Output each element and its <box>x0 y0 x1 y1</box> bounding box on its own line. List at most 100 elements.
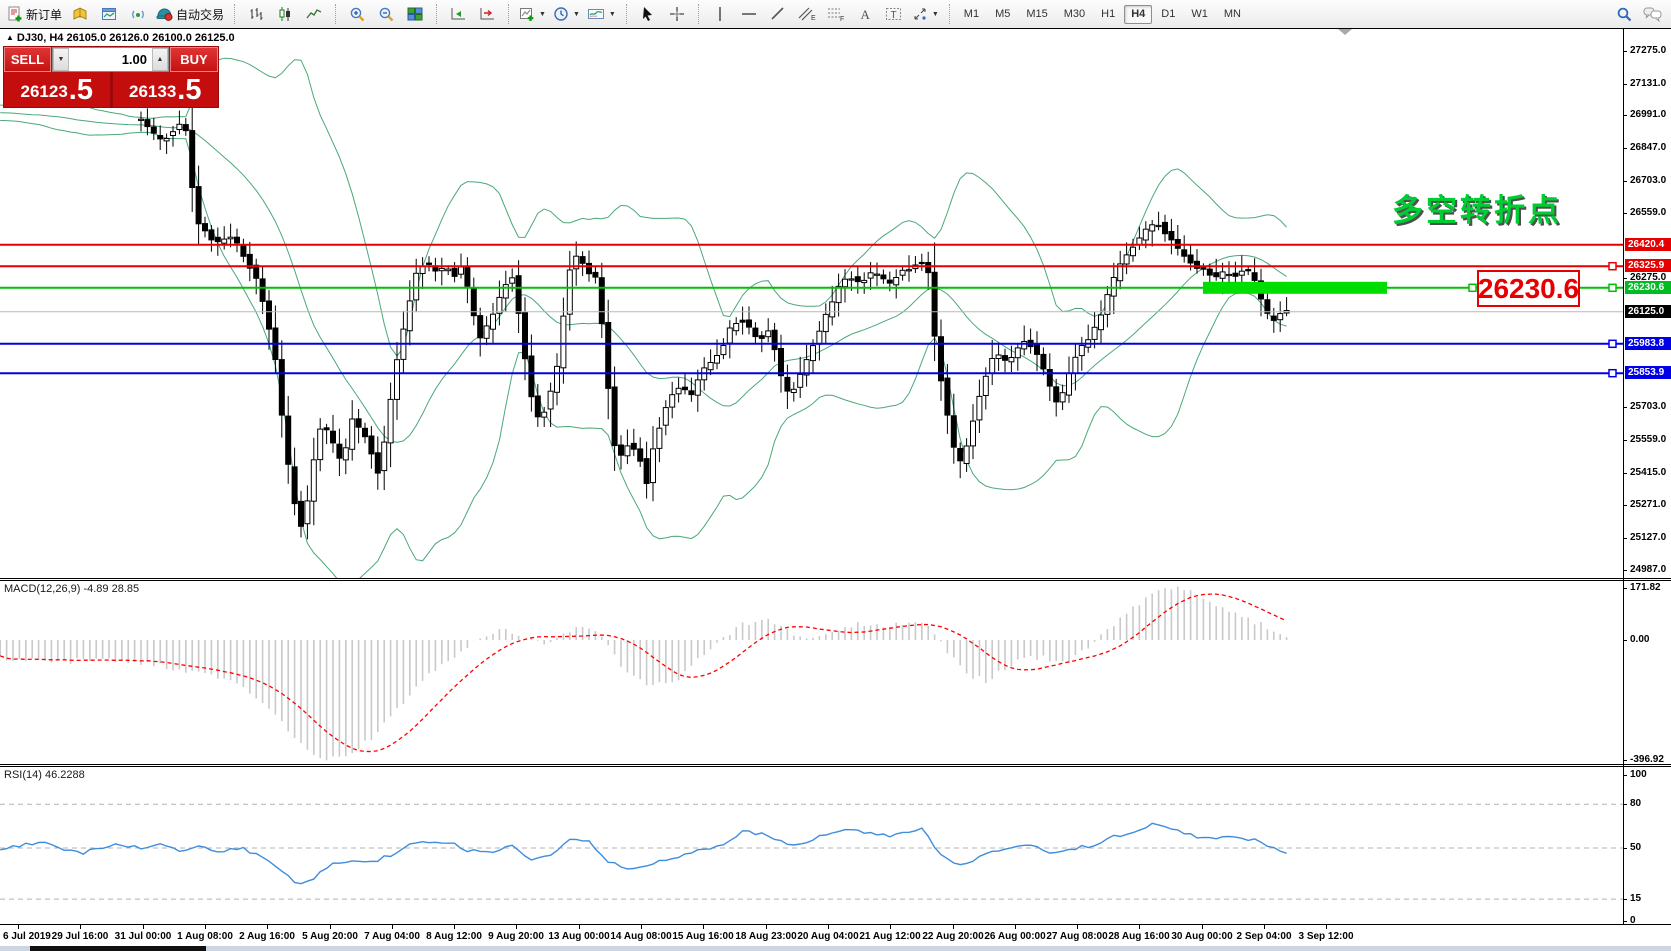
bar-chart-button[interactable] <box>242 2 270 26</box>
vertical-line-button[interactable] <box>706 2 734 26</box>
toolbar-separator <box>436 4 439 24</box>
new-order-button[interactable]: 新订单 <box>4 2 65 26</box>
axis-tick <box>1623 148 1627 149</box>
text-label-button[interactable]: T <box>880 2 908 26</box>
volume-down-button[interactable]: ▼ <box>53 48 69 71</box>
line-chart-icon <box>306 6 322 22</box>
macd-panel-canvas[interactable] <box>0 581 1623 764</box>
chart-shift-button[interactable] <box>473 2 501 26</box>
zoom-out-icon <box>378 6 395 23</box>
time-tick <box>143 925 144 929</box>
new-chart-button[interactable]: ▼ <box>516 2 549 26</box>
trendline-button[interactable] <box>764 2 792 26</box>
axis-tick <box>1623 115 1627 116</box>
zoom-out-button[interactable] <box>372 2 400 26</box>
template-icon <box>587 6 605 22</box>
turning-point-annotation[interactable]: 多空转折点 <box>1392 185 1562 230</box>
toolbar-separator <box>626 4 629 24</box>
chart-shift-marker[interactable] <box>1338 29 1352 35</box>
main-toolbar: 新订单 自动交易 <box>0 0 1671 28</box>
horizontal-line-button[interactable] <box>735 2 763 26</box>
new-chart-icon <box>519 6 535 22</box>
axis-tick <box>1623 848 1627 849</box>
level-marker[interactable] <box>1609 370 1616 377</box>
equidistant-channel-button[interactable]: E <box>793 2 821 26</box>
dropdown-arrow-icon: ▼ <box>573 11 580 18</box>
time-tick <box>703 925 704 929</box>
callout-anchor-marker[interactable] <box>1469 284 1476 291</box>
time-tick <box>18 925 19 929</box>
axis-tick <box>1623 775 1627 776</box>
arrows-button[interactable]: ▼ <box>909 2 942 26</box>
buy-button[interactable]: BUY <box>170 47 218 72</box>
timeframe-m30[interactable]: M30 <box>1057 5 1092 24</box>
level-marker[interactable] <box>1609 284 1616 291</box>
level-marker[interactable] <box>1609 340 1616 347</box>
highlight-bar[interactable] <box>1203 282 1387 294</box>
tile-windows-button[interactable] <box>401 2 429 26</box>
buy-price[interactable]: 26133 .5 <box>113 72 219 107</box>
axis-tick-label: 80 <box>1630 798 1641 809</box>
time-label: 1 Aug 08:00 <box>177 931 233 942</box>
chart-window-button[interactable] <box>95 2 123 26</box>
macd-rsi-separator[interactable] <box>0 764 1671 765</box>
time-label: 28 Aug 16:00 <box>1108 931 1169 942</box>
time-label: 29 Jul 16:00 <box>52 931 109 942</box>
timeframe-d1[interactable]: D1 <box>1154 5 1182 24</box>
axis-tick <box>1623 588 1627 589</box>
crosshair-icon <box>669 6 685 22</box>
volume-up-button[interactable]: ▲ <box>152 48 168 71</box>
axis-tick-label: 0.00 <box>1630 634 1649 645</box>
signal-button[interactable] <box>124 2 152 26</box>
axis-tick-label: 15 <box>1630 893 1641 904</box>
timeframe-m5[interactable]: M5 <box>988 5 1017 24</box>
main-macd-separator[interactable] <box>0 578 1671 579</box>
time-tick <box>1015 925 1016 929</box>
sell-price[interactable]: 26123 .5 <box>4 72 110 107</box>
cursor-button[interactable] <box>634 2 662 26</box>
chart-shift-icon <box>479 6 496 22</box>
axis-tick <box>1623 440 1627 441</box>
axis-tick-label: 27275.0 <box>1630 45 1666 56</box>
timeframe-m15[interactable]: M15 <box>1019 5 1054 24</box>
time-label: 3 Sep 12:00 <box>1298 931 1353 942</box>
auto-scroll-button[interactable] <box>444 2 472 26</box>
timeframe-mn[interactable]: MN <box>1217 5 1248 24</box>
fibonacci-button[interactable]: F <box>822 2 850 26</box>
auto-trading-button[interactable]: 自动交易 <box>153 2 227 26</box>
market-watch-button[interactable] <box>66 2 94 26</box>
time-tick <box>80 925 81 929</box>
chat-button[interactable] <box>1639 2 1667 26</box>
text-button[interactable]: A <box>851 2 879 26</box>
level-marker[interactable] <box>1609 263 1616 270</box>
rsi-label: RSI(14) 46.2288 <box>4 769 85 781</box>
time-label: 8 Aug 12:00 <box>426 931 482 942</box>
time-tick <box>1202 925 1203 929</box>
timeframe-w1[interactable]: W1 <box>1184 5 1215 24</box>
trendline-icon <box>770 6 786 22</box>
equidistant-channel-icon: E <box>798 6 816 22</box>
bottom-strip <box>0 946 1671 951</box>
candlestick-button[interactable] <box>271 2 299 26</box>
tile-windows-icon <box>407 6 423 22</box>
time-tick <box>516 925 517 929</box>
time-label: 14 Aug 08:00 <box>610 931 671 942</box>
bollinger-lower-band <box>0 121 1286 579</box>
volume-value[interactable]: 1.00 <box>69 48 152 71</box>
sell-button[interactable]: SELL <box>4 47 51 72</box>
axis-tick-label: 0 <box>1630 915 1636 926</box>
main-chart-canvas[interactable] <box>0 29 1623 578</box>
template-button[interactable]: ▼ <box>584 2 619 26</box>
clock-icon <box>553 6 569 22</box>
rsi-panel-canvas[interactable] <box>0 767 1623 924</box>
line-chart-button[interactable] <box>300 2 328 26</box>
crosshair-button[interactable] <box>663 2 691 26</box>
zoom-in-button[interactable] <box>343 2 371 26</box>
timeframe-h4[interactable]: H4 <box>1124 5 1152 24</box>
period-button[interactable]: ▼ <box>550 2 583 26</box>
search-button[interactable] <box>1610 2 1638 26</box>
timeframe-m1[interactable]: M1 <box>957 5 986 24</box>
symbol-title: DJ30, H4 26105.0 26126.0 26100.0 26125.0 <box>17 32 235 44</box>
price-callout-box[interactable]: 26230.6 <box>1477 270 1580 307</box>
timeframe-h1[interactable]: H1 <box>1094 5 1122 24</box>
